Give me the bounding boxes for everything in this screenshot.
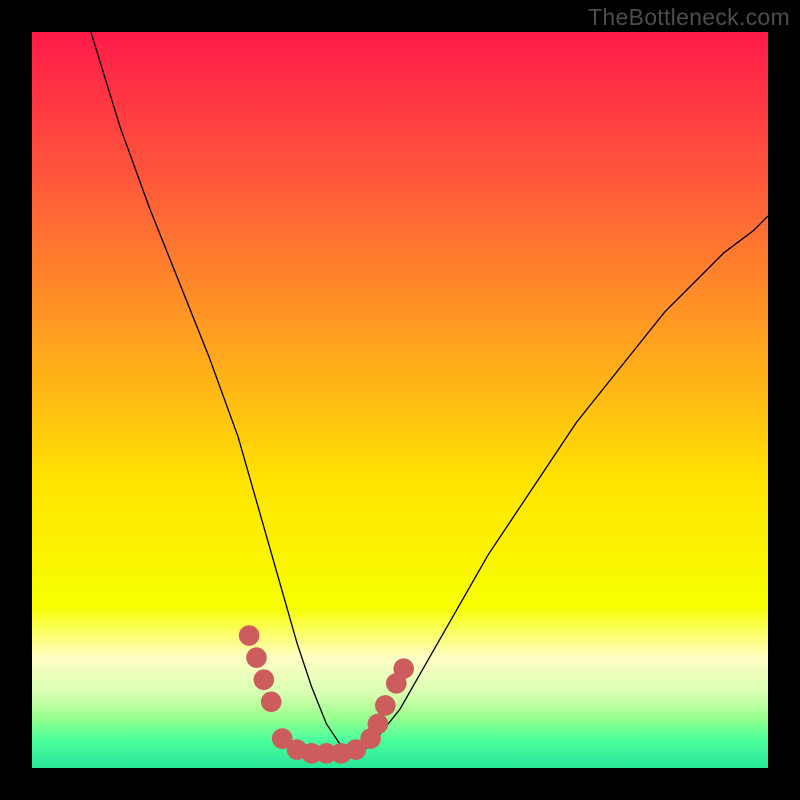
highlight-marker	[261, 691, 282, 712]
watermark-text: TheBottleneck.com	[588, 4, 790, 31]
plot-area	[32, 32, 768, 768]
highlight-marker	[375, 695, 396, 716]
chart-frame: TheBottleneck.com	[0, 0, 800, 800]
highlight-marker	[239, 625, 260, 646]
chart-svg	[32, 32, 768, 768]
highlight-marker	[254, 669, 275, 690]
highlight-marker	[393, 658, 414, 679]
highlight-marker	[246, 647, 267, 668]
highlight-marker	[368, 714, 389, 735]
gradient-background	[32, 32, 768, 768]
